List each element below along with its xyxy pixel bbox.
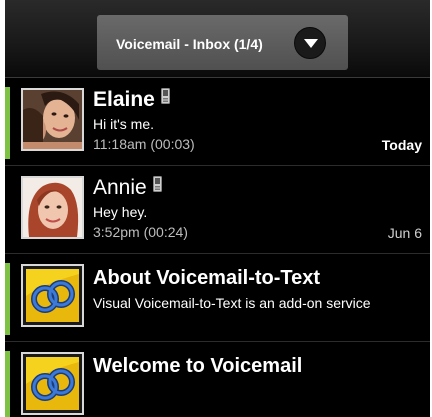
- avatar: [21, 176, 84, 239]
- date-label: Today: [381, 137, 422, 153]
- transcript-preview: Hi it's me.: [93, 116, 155, 132]
- inbox-header: Voicemail - Inbox (1/4): [5, 0, 430, 78]
- voicemail-item[interactable]: Elaine Hi it's me. 11:18am (00:03) Today: [5, 79, 430, 166]
- inbox-title: Voicemail - Inbox (1/4): [116, 36, 263, 52]
- time-duration: 3:52pm (00:24): [93, 224, 188, 240]
- voicemail-item[interactable]: Annie Hey hey. 3:52pm (00:24) Jun 6: [5, 167, 430, 254]
- caller-name: Elaine: [93, 88, 170, 112]
- unread-indicator: [5, 263, 10, 335]
- message-title: About Voicemail-to-Text: [93, 267, 321, 289]
- voicemail-logo-icon: [21, 264, 84, 327]
- voicemail-logo-icon: [21, 352, 84, 415]
- time-duration: 11:18am (00:03): [93, 136, 195, 152]
- voicemail-screen: Voicemail - Inbox (1/4) Elaine Hi it's m…: [5, 0, 430, 417]
- unread-indicator: [5, 351, 10, 417]
- unread-indicator: [5, 87, 10, 159]
- voicemail-item[interactable]: About Voicemail-to-Text Visual Voicemail…: [5, 255, 430, 342]
- phone-icon: [160, 88, 170, 104]
- date-label: Jun 6: [387, 225, 422, 241]
- voicemail-item[interactable]: Welcome to Voicemail: [5, 343, 430, 417]
- phone-icon: [152, 176, 162, 192]
- transcript-preview: Hey hey.: [93, 204, 148, 220]
- transcript-preview: Visual Voicemail-to-Text is an add-on se…: [93, 295, 371, 311]
- message-title: Welcome to Voicemail: [93, 355, 303, 377]
- inbox-selector[interactable]: Voicemail - Inbox (1/4): [97, 15, 348, 70]
- chevron-down-icon[interactable]: [294, 27, 326, 59]
- caller-name: Annie: [93, 176, 162, 200]
- avatar: [21, 88, 84, 151]
